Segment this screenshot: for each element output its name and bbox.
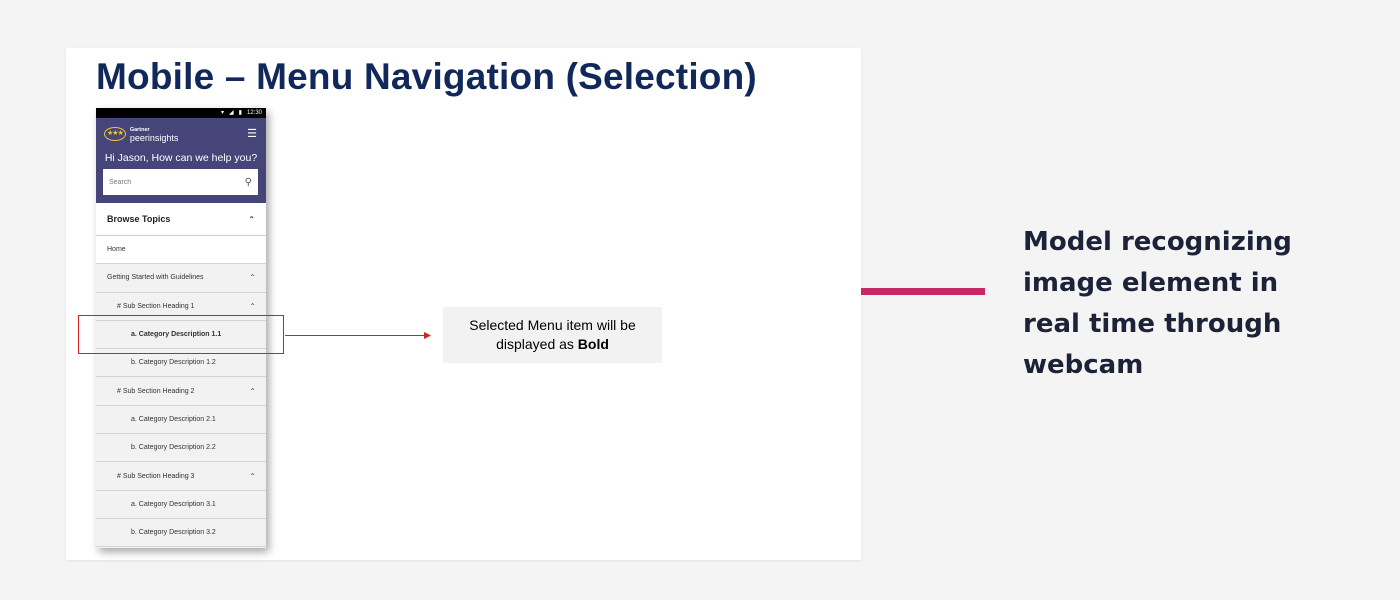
search-box[interactable]: ⚲ xyxy=(103,169,258,195)
signal-icon: ◢ xyxy=(229,110,234,116)
menu-item-label: # Sub Section Heading 3 xyxy=(117,472,195,480)
arrow-right-icon xyxy=(285,332,431,339)
status-bar: ▾ ◢ ▮ 12:30 xyxy=(96,108,266,118)
chevron-up-icon[interactable]: ⌃ xyxy=(249,302,256,311)
logo-name: peerinsights xyxy=(129,133,179,143)
menu-item-label: # Sub Section Heading 1 xyxy=(117,302,195,310)
menu-item[interactable]: a. Category Description 2.1 xyxy=(96,406,266,435)
menu-list: Home Getting Started with Guidelines ⌃ # Su… xyxy=(96,236,266,548)
star-logo-icon: ★★★ xyxy=(104,127,126,141)
menu-item-label: a. Category Description 3.1 xyxy=(131,500,216,508)
chevron-up-icon[interactable]: ⌃ xyxy=(249,273,256,282)
search-input[interactable] xyxy=(109,178,219,186)
callout-note: Selected Menu item will be displayed as … xyxy=(443,307,662,363)
slide-panel: Mobile – Menu Navigation (Selection) ▾ ◢… xyxy=(66,48,861,560)
menu-item[interactable]: # Sub Section Heading 3 ⌃ xyxy=(96,462,266,491)
caption: Model recognizing image element in real … xyxy=(1023,222,1323,386)
selection-highlight-box xyxy=(78,315,284,354)
logo[interactable]: ★★★ Gartner peerinsights xyxy=(104,126,179,143)
battery-icon: ▮ xyxy=(238,110,242,116)
hamburger-menu-icon[interactable]: ☰ xyxy=(247,129,257,140)
caption-line: real time through xyxy=(1023,309,1282,339)
menu-item[interactable]: a. Category Description 3.1 xyxy=(96,491,266,519)
menu-item-label: b. Category Description 3.2 xyxy=(131,529,216,537)
browse-topics-header[interactable]: Browse Topics ⌃ xyxy=(96,203,266,236)
caption-line: image element in xyxy=(1023,268,1279,298)
menu-item-label: # Sub Section Heading 2 xyxy=(117,387,195,395)
callout-line-1: Selected Menu item will be xyxy=(469,317,636,333)
menu-item-label: b. Category Description 2.2 xyxy=(131,444,216,452)
menu-item-label: a. Category Description 2.1 xyxy=(131,415,216,423)
menu-item[interactable]: b. Category Description 2.2 xyxy=(96,434,266,463)
browse-topics-label: Browse Topics xyxy=(107,214,171,224)
connector-bar xyxy=(861,288,985,295)
wifi-icon: ▾ xyxy=(221,110,225,116)
menu-item[interactable]: Getting Started with Guidelines ⌃ xyxy=(96,264,266,293)
callout-line-2: displayed as xyxy=(496,336,578,352)
greeting: Hi Jason, How can we help you? xyxy=(104,152,258,164)
menu-item[interactable]: Home xyxy=(96,236,266,265)
status-time: 12:30 xyxy=(246,110,262,116)
slide-title: Mobile – Menu Navigation (Selection) xyxy=(96,56,757,97)
menu-item-label: Home xyxy=(107,246,126,254)
caption-line: webcam xyxy=(1023,350,1144,380)
chevron-up-icon[interactable]: ⌃ xyxy=(248,215,255,224)
menu-item[interactable]: b. Category Description 3.2 xyxy=(96,519,266,548)
caption-line: Model recognizing xyxy=(1023,227,1292,257)
search-icon[interactable]: ⚲ xyxy=(245,177,252,188)
chevron-up-icon[interactable]: ⌃ xyxy=(249,472,256,481)
chevron-up-icon[interactable]: ⌃ xyxy=(249,387,256,396)
menu-item[interactable]: # Sub Section Heading 2 ⌃ xyxy=(96,377,266,406)
menu-item-label: Getting Started with Guidelines xyxy=(107,274,204,282)
callout-bold-word: Bold xyxy=(577,336,609,352)
phone-header: ★★★ Gartner peerinsights ☰ Hi Jason, How… xyxy=(96,118,266,203)
menu-item-label: b. Category Description 1.2 xyxy=(131,359,216,367)
